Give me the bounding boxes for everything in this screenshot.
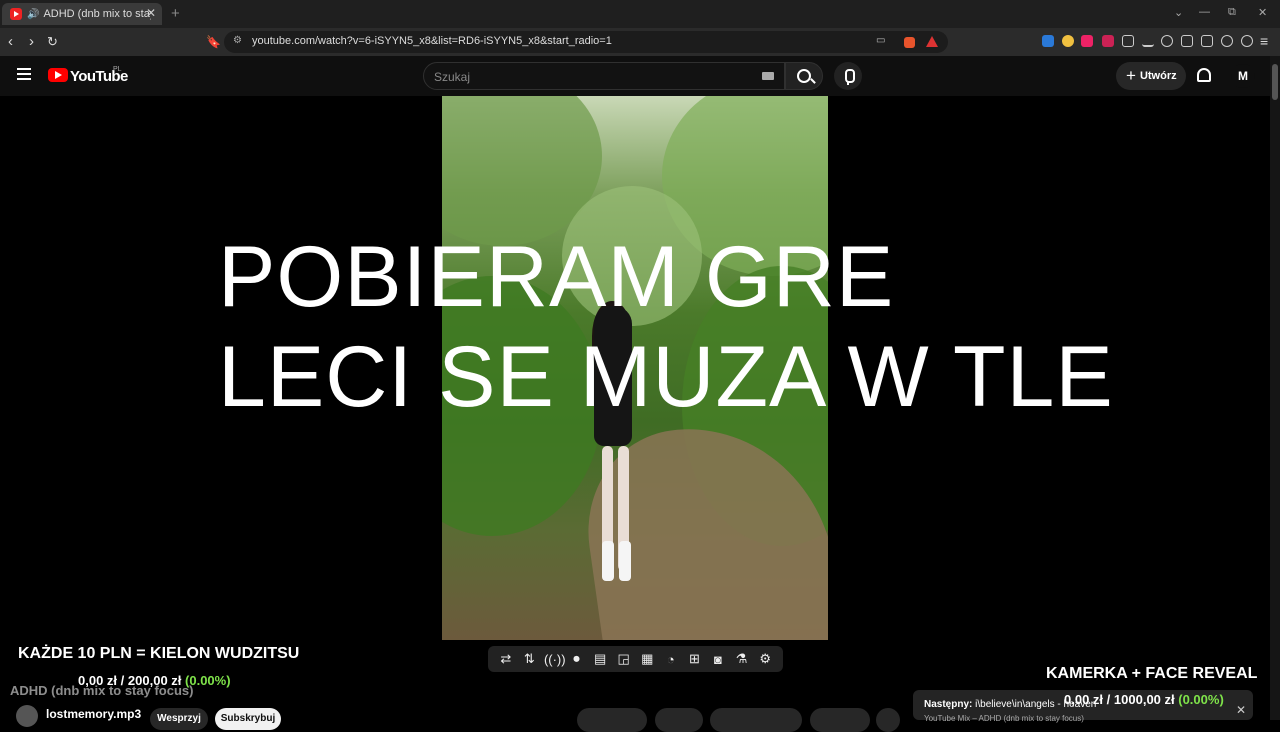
search-input[interactable]: Szukaj: [423, 62, 785, 90]
goal-separator: /: [1106, 692, 1111, 707]
new-tab-button[interactable]: +: [171, 5, 180, 22]
join-button[interactable]: Wesprzyj: [150, 708, 208, 730]
audio-playing-icon[interactable]: 🔊: [27, 9, 39, 20]
sidebar-icon[interactable]: [1181, 35, 1193, 47]
donation-goal-right-progress: 0,00 zł / 1000,00 zł (0.00%): [1064, 692, 1224, 707]
browser-menu-icon[interactable]: ≡: [1260, 33, 1268, 49]
brave-shield-icon[interactable]: [904, 37, 915, 48]
brave-rewards-icon[interactable]: [926, 36, 938, 47]
like-button[interactable]: [577, 708, 647, 732]
minimize-icon[interactable]: —: [1199, 6, 1210, 18]
url-text: youtube.com/watch?v=6-iSYYN5_x8&list=RD6…: [252, 35, 612, 47]
puzzle-icon[interactable]: [1122, 35, 1134, 47]
leo-icon[interactable]: [1221, 35, 1233, 47]
extension-icon[interactable]: [1081, 35, 1093, 47]
hamburger-menu-icon[interactable]: [17, 68, 31, 80]
notifications-bell-icon[interactable]: [1197, 68, 1211, 82]
share-button[interactable]: [710, 708, 802, 732]
tab-title: ADHD (dnb mix to stay focus): [43, 8, 151, 20]
save-button[interactable]: [655, 708, 703, 732]
goal-current: 0,00 zł: [1064, 692, 1104, 707]
maximize-icon[interactable]: ⧉: [1228, 6, 1236, 19]
record-icon[interactable]: ⏺: [568, 651, 586, 667]
voice-search-icon[interactable]: [834, 62, 862, 90]
cast-icon[interactable]: ▭: [876, 35, 885, 46]
lab-icon[interactable]: ⚗: [733, 651, 751, 667]
site-info-icon[interactable]: ⚙: [233, 35, 242, 46]
bookmark-icon[interactable]: 🔖: [206, 35, 221, 49]
tab-search-icon[interactable]: ⌄: [1174, 6, 1183, 19]
subscribe-button[interactable]: Subskrybuj: [215, 708, 281, 730]
goal-percent: (0.00%): [1178, 692, 1224, 707]
gear-icon[interactable]: ⚙: [756, 651, 774, 667]
video-title: ADHD (dnb mix to stay focus): [10, 683, 194, 698]
add-icon[interactable]: ⊞: [685, 651, 703, 667]
film-icon[interactable]: ▤: [591, 651, 609, 667]
country-code: PL: [113, 66, 122, 73]
overlay-text-line-2: LECI SE MUZA W TLE: [218, 329, 1114, 425]
channel-name[interactable]: lostmemory.mp3: [46, 707, 141, 721]
more-actions-button[interactable]: [876, 708, 900, 732]
extension-icon[interactable]: [1102, 35, 1114, 47]
forward-icon[interactable]: ›: [29, 33, 34, 50]
back-icon[interactable]: ‹: [8, 33, 13, 50]
music-icon[interactable]: [1161, 35, 1173, 47]
create-button[interactable]: + Utwórz: [1116, 62, 1186, 90]
donation-goal-title: KAŻDE 10 PLN = KIELON WUDZITSU: [18, 645, 300, 662]
player-extension-toolbar: ⇄ ⇅ ((·)) ⏺ ▤ ◲ ▦ ◔ ⊞ ◙ ⚗ ⚙: [488, 646, 783, 672]
youtube-header: YouTube PL Szukaj + Utwórz M: [0, 56, 1270, 96]
wallet-icon[interactable]: [1201, 35, 1213, 47]
channel-avatar[interactable]: [16, 705, 38, 727]
create-label: Utwórz: [1139, 70, 1177, 82]
sort-icon[interactable]: ⇅: [520, 651, 538, 667]
vpn-icon[interactable]: [1241, 35, 1253, 47]
youtube-favicon-icon: [10, 8, 22, 20]
loop-icon[interactable]: ⇄: [497, 651, 515, 667]
account-avatar[interactable]: M: [1231, 64, 1255, 88]
close-window-icon[interactable]: ✕: [1258, 6, 1267, 19]
broadcast-icon[interactable]: ((·)): [544, 652, 566, 667]
tab-youtube[interactable]: 🔊 ADHD (dnb mix to stay focus) ✕: [2, 3, 162, 25]
camera-icon[interactable]: ◙: [709, 652, 727, 667]
screen-icon[interactable]: ▦: [638, 651, 656, 667]
clip-button[interactable]: [810, 708, 870, 732]
pip-icon[interactable]: ◲: [615, 651, 633, 667]
extension-icon[interactable]: [1062, 35, 1074, 47]
reload-icon[interactable]: ↻: [47, 34, 58, 50]
extension-icon[interactable]: [1042, 35, 1054, 47]
donation-goal-right-title: KAMERKA + FACE REVEAL: [1046, 665, 1258, 682]
search-button[interactable]: [785, 62, 823, 90]
overlay-text-line-1: POBIERAM GRE: [218, 229, 895, 325]
keyboard-icon[interactable]: [762, 72, 774, 80]
download-icon[interactable]: [1142, 35, 1154, 47]
goal-target: 1000,00 zł: [1113, 692, 1175, 707]
page-scrollbar[interactable]: [1270, 56, 1280, 720]
plus-icon: +: [1126, 66, 1136, 85]
close-icon[interactable]: ✕: [1236, 703, 1246, 717]
next-up-subtitle: YouTube Mix – ADHD (dnb mix to stay focu…: [924, 714, 1084, 723]
browser-tab-bar: 🔊 ADHD (dnb mix to stay focus) ✕ + ⌄ — ⧉…: [0, 0, 1280, 28]
browser-toolbar: ‹ › ↻ 🔖 ⚙ youtube.com/watch?v=6-iSYYN5_x…: [0, 28, 1280, 56]
search-placeholder: Szukaj: [434, 70, 471, 84]
scrollbar-thumb[interactable]: [1272, 64, 1278, 100]
address-bar[interactable]: ⚙ youtube.com/watch?v=6-iSYYN5_x8&list=R…: [224, 31, 948, 53]
speed-icon[interactable]: ◔: [662, 652, 680, 667]
youtube-logo-icon[interactable]: [48, 68, 68, 82]
tab-close-icon[interactable]: ✕: [146, 6, 156, 20]
next-up-label: Następny:: [924, 699, 973, 710]
